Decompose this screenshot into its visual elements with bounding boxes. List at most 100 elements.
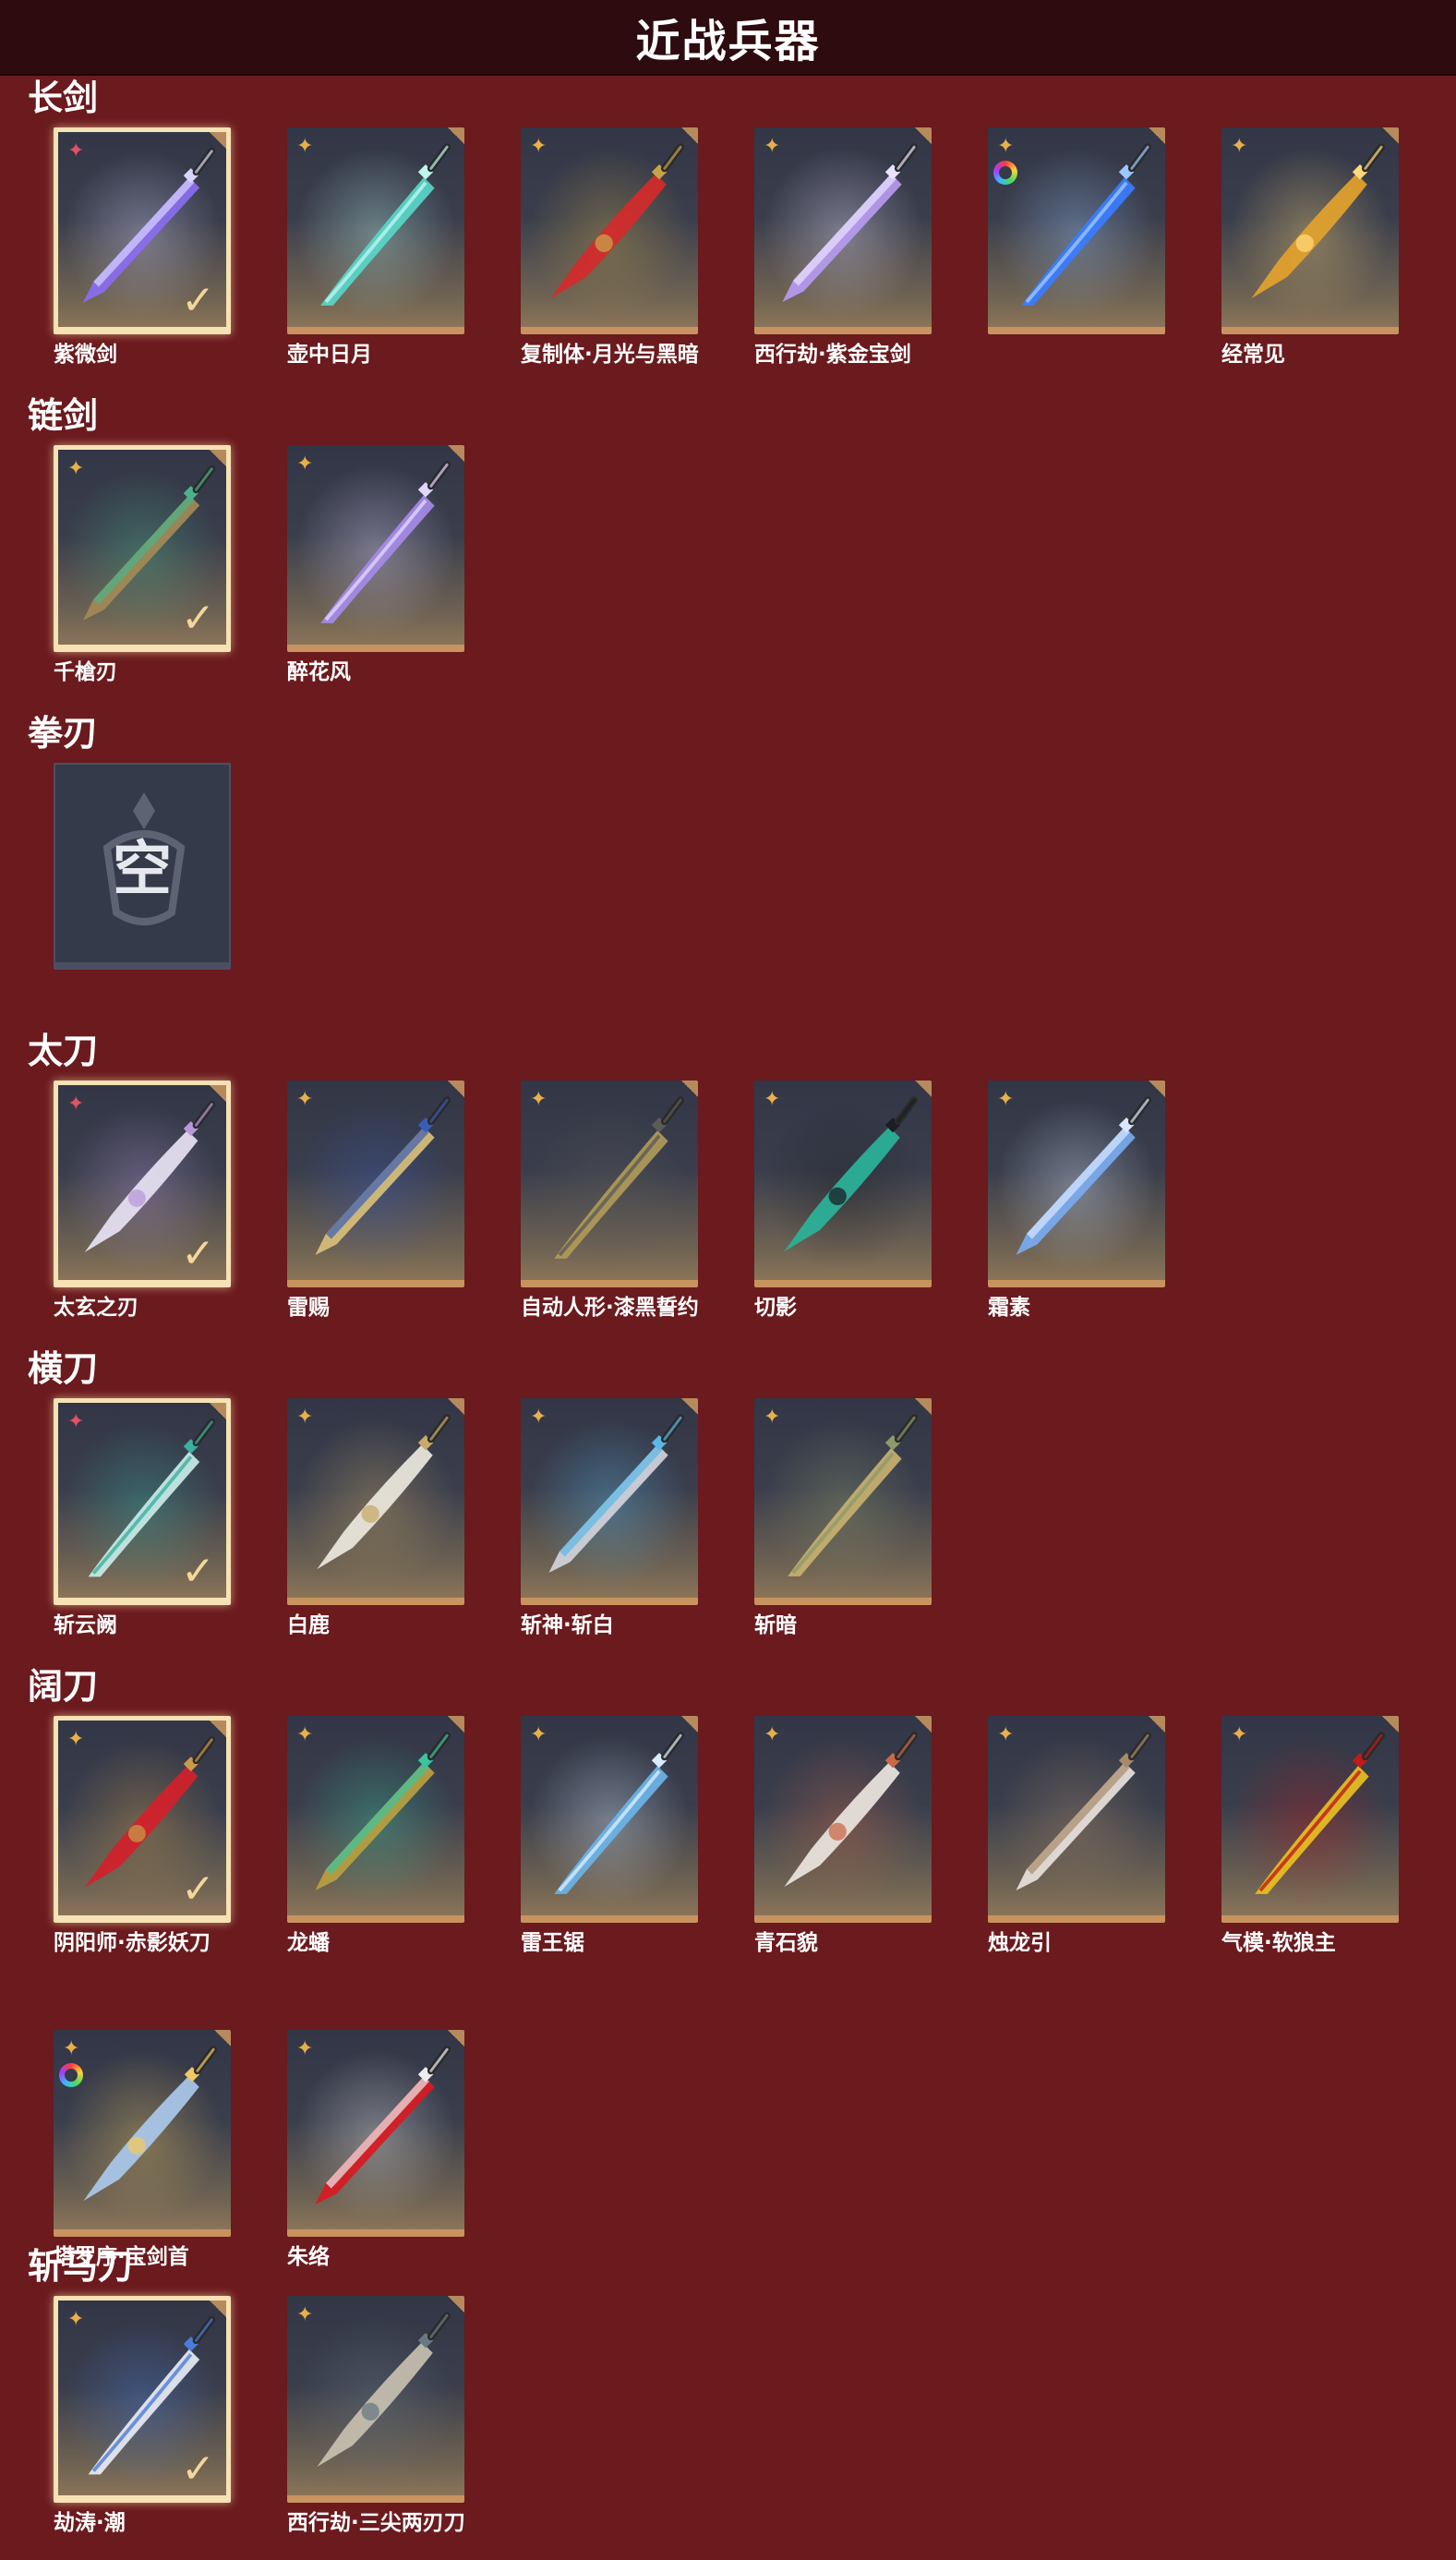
weapon-illustration [295,2312,456,2487]
weapon-card[interactable]: ✦ [287,2296,464,2503]
weapon-card[interactable]: ✦ ✓ [54,2296,231,2503]
weapon-card[interactable]: ✦ [754,1398,932,1605]
card-corner [210,2300,226,2317]
rarity-star-icon: ✦ [296,2303,314,2326]
weapon-item[interactable]: ✦ 复制体·月光与黑暗 [521,127,699,368]
weapon-card[interactable]: ✦ [521,127,698,334]
rarity-star-icon: ✦ [997,1723,1015,1746]
weapon-item[interactable]: ✦ 气模·软狼主 [1221,1716,1399,1956]
weapon-card[interactable]: ✦ [754,1716,932,1923]
weapon-card[interactable]: ✦ [521,1398,698,1605]
rarity-star-icon: ✦ [530,1406,548,1429]
weapon-item[interactable]: ✦ ✓ 劫涛·潮 [54,2296,231,2536]
weapon-name: 龙蟠 [287,1931,330,1955]
weapon-item[interactable]: ✦ 青石貌 [754,1716,932,1956]
card-corner [681,1081,698,1097]
weapon-card[interactable]: ✦ [754,127,932,334]
rarity-star-icon: ✦ [67,139,85,163]
card-corner [210,132,226,149]
weapon-card[interactable]: ✦ [287,127,464,334]
rarity-star-icon: ✦ [764,1406,781,1429]
card-corner [1149,127,1165,144]
weapon-card[interactable]: ✦ ✓ [54,127,231,334]
card-corner [1382,1716,1399,1733]
weapon-card[interactable]: ✦ ✓ [54,1398,231,1605]
weapon-item[interactable]: ✦ 醉花风 [287,445,464,685]
weapon-card[interactable]: ✦ [54,2030,231,2237]
weapon-illustration [295,1096,456,1272]
rarity-star-icon: ✦ [67,457,85,480]
weapon-item[interactable]: ✦ 雷王锯 [521,1716,698,1956]
weapon-item[interactable]: ✦ 霜素 [988,1081,1165,1321]
weapon-name: 霜素 [988,1296,1030,1320]
rarity-star-icon: ✦ [530,135,548,158]
checkmark-icon: ✓ [181,1866,215,1913]
section-title: 拳刃 [28,713,99,754]
weapon-item[interactable]: ✦ 朱络 [287,2030,464,2270]
weapon-illustration [763,1414,923,1589]
weapon-card[interactable]: ✦ ✓ [54,1081,231,1287]
weapon-card[interactable]: ✦ [287,1081,464,1287]
card-corner [210,1085,226,1102]
weapon-item[interactable]: ✦ 白鹿 [287,1398,464,1638]
rainbow-ring-icon [993,161,1017,185]
section-title: 斩马刀 [28,2246,134,2287]
card-corner [448,2296,464,2312]
weapon-item[interactable]: ✦ 切影 [754,1081,932,1321]
weapon-item[interactable]: 空 [54,763,231,970]
weapon-item[interactable]: ✦ ✓ 千槍刃 [54,445,231,685]
weapon-card[interactable]: ✦ [1221,127,1399,334]
rarity-star-icon: ✦ [63,2037,80,2060]
weapon-item[interactable]: ✦ 烛龙引 [988,1716,1165,1956]
weapon-illustration [529,1414,690,1589]
weapon-card[interactable]: ✦ ✓ [54,445,231,652]
weapon-name: 青石貌 [754,1931,818,1955]
card-corner [915,1081,932,1097]
empty-weapon-slot[interactable]: 空 [54,763,231,970]
weapon-name: 烛龙引 [988,1931,1052,1955]
rarity-star-icon: ✦ [764,135,781,158]
weapon-illustration [529,1096,690,1272]
weapon-card[interactable]: ✦ [287,1398,464,1605]
weapon-item[interactable]: ✦ 经常见 [1221,127,1399,368]
weapon-item[interactable]: ✦ 西行劫·三尖两刃刀 [287,2296,465,2536]
weapon-illustration [996,1096,1157,1272]
weapon-item[interactable]: ✦ 龙蟠 [287,1716,464,1956]
weapon-item[interactable]: ✦ ✓ 紫微剑 [54,127,231,368]
card-corner [681,127,698,144]
weapon-name: 太玄之刃 [54,1296,138,1320]
empty-slot-text: 空 [113,836,172,904]
weapon-card[interactable]: ✦ [521,1081,698,1287]
weapon-item[interactable]: ✦ 塔罗序·宝剑首 [54,2030,231,2270]
weapon-item[interactable]: ✦ 斩暗 [754,1398,932,1638]
weapon-card[interactable]: ✦ [287,2030,464,2237]
weapon-card[interactable]: ✦ [988,127,1165,334]
weapon-name: 紫微剑 [54,343,117,367]
weapon-name: 雷王锯 [521,1931,584,1955]
weapon-item[interactable]: ✦ 自动人形·漆黑誓约 [521,1081,699,1321]
weapon-item[interactable]: ✦ 斩神·斩白 [521,1398,698,1638]
weapon-item[interactable]: ✦ 壶中日月 [287,127,464,368]
weapon-card[interactable]: ✦ ✓ [54,1716,231,1923]
weapon-card[interactable]: ✦ [754,1081,932,1287]
section-title: 长剑 [28,78,99,118]
weapon-card[interactable]: ✦ [1221,1716,1399,1923]
weapon-item[interactable]: ✦ ✓ 阴阳师·赤影妖刀 [54,1716,231,1956]
weapon-item[interactable]: ✦ 雷赐 [287,1081,464,1321]
weapon-card[interactable]: ✦ [988,1716,1165,1923]
weapon-name: 西行劫·紫金宝剑 [754,343,911,367]
weapon-name: 劫涛·潮 [54,2511,126,2535]
weapon-item[interactable]: ✦ ✓ 斩云阙 [54,1398,231,1638]
weapon-item[interactable]: ✦ 西行劫·紫金宝剑 [754,127,932,368]
rarity-star-icon: ✦ [296,453,314,476]
card-corner [214,2030,231,2047]
weapon-item[interactable]: ✦ ✓ 太玄之刃 [54,1081,231,1321]
weapon-card[interactable]: ✦ [988,1081,1165,1287]
weapon-card[interactable]: ✦ [521,1716,698,1923]
checkmark-icon: ✓ [181,1548,215,1595]
rarity-star-icon: ✦ [530,1723,548,1746]
weapon-card[interactable]: ✦ [287,445,464,652]
card-corner [681,1716,698,1733]
weapon-card[interactable]: ✦ [287,1716,464,1923]
weapon-item[interactable]: ✦ [988,127,1165,334]
